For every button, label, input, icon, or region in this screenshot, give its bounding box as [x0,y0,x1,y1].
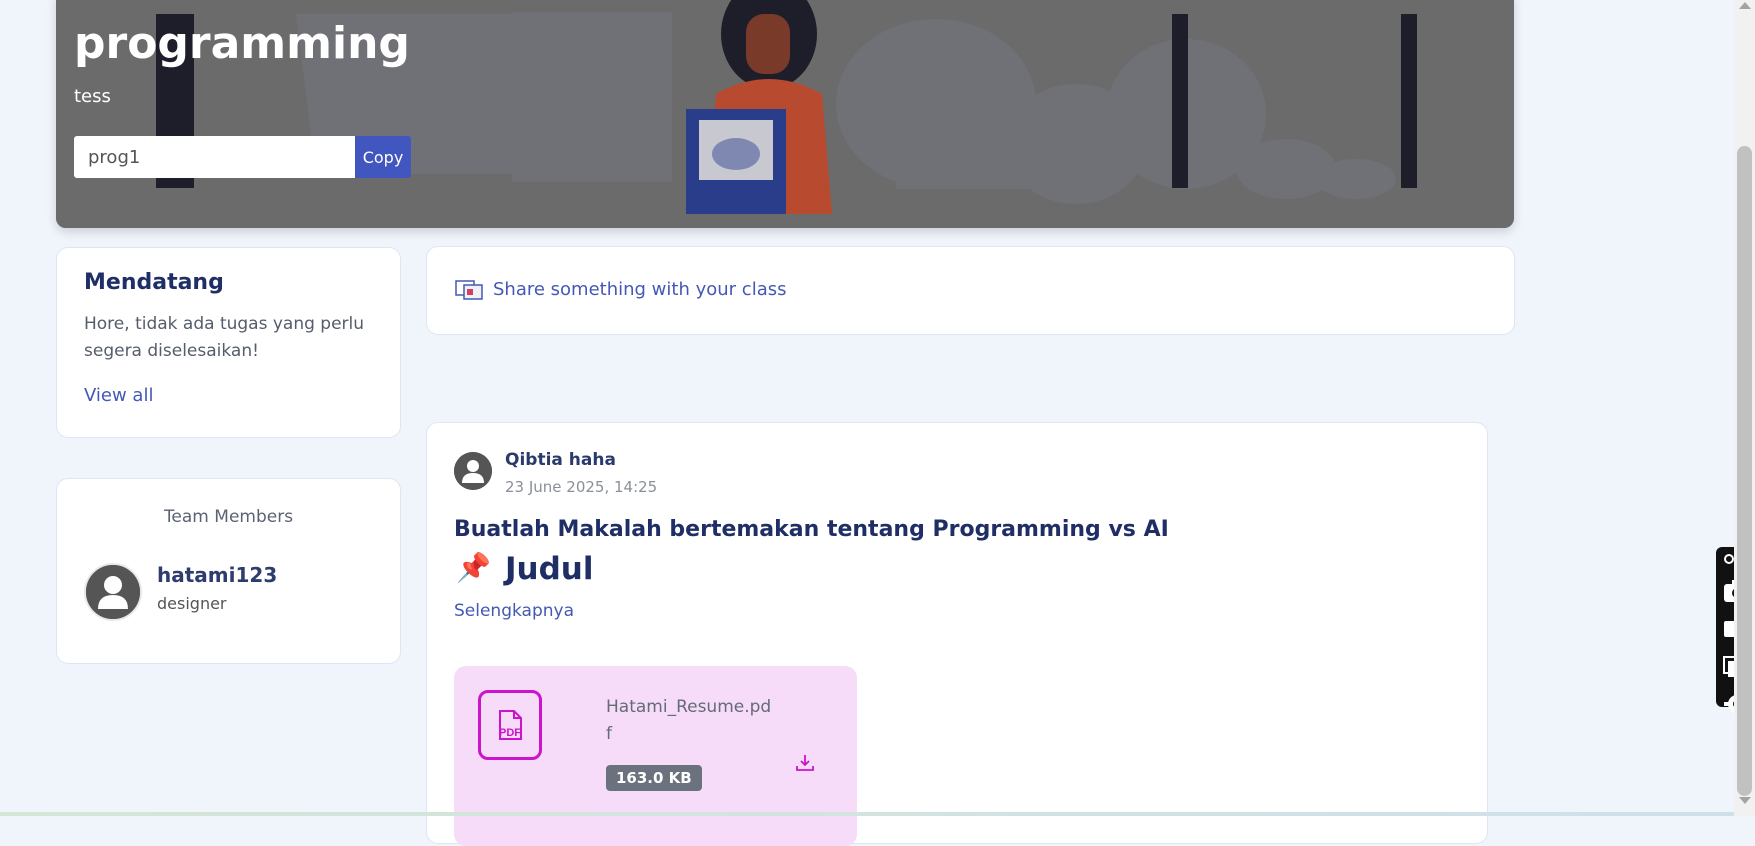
team-members-card: Team Members hatami123 designer [56,478,401,664]
user-icon [454,452,492,490]
upcoming-card: Mendatang Hore, tidak ada tugas yang per… [56,247,401,438]
attachment-file-name: Hatami_Resume.pdf [606,697,772,744]
copy-code-button[interactable]: Copy [355,136,411,178]
upcoming-title: Mendatang [84,270,224,295]
scroll-thumb[interactable] [1737,146,1752,796]
post-title: Buatlah Makalah bertemakan tentang Progr… [454,517,1169,542]
class-code-field[interactable] [74,136,356,178]
read-more-link[interactable]: Selengkapnya [454,601,574,621]
share-icon [455,280,483,300]
class-banner: programming tess Copy [56,0,1514,228]
post-heading: Judul [505,551,594,587]
class-title: programming [74,18,410,69]
user-icon [86,565,140,619]
member-name: hatami123 [157,563,278,587]
author-avatar [454,452,492,490]
team-members-title: Team Members [163,507,294,527]
share-prompt[interactable]: Share something with your class [493,279,786,300]
post-timestamp: 23 June 2025, 14:25 [505,478,658,496]
share-box[interactable]: Share something with your class [426,246,1515,335]
pin-icon: 📌 [456,551,491,584]
bottom-border [0,812,1734,816]
post-author: Qibtia haha [505,450,616,470]
classroom-page: programming tess Copy Mendatang Hore, ti… [0,0,1734,846]
attachment-card[interactable]: PDF Hatami_Resume.pdf 163.0 KB [454,666,857,846]
vertical-scrollbar[interactable] [1734,0,1755,816]
pdf-file-icon: PDF [478,690,542,760]
scroll-up-arrow-icon[interactable] [1739,2,1751,9]
scroll-down-arrow-icon[interactable] [1739,797,1751,804]
attachment-size-badge: 163.0 KB [606,765,702,791]
download-icon[interactable] [794,752,816,774]
member-role: designer [157,594,227,613]
avatar [84,563,142,621]
pdf-type-label: PDF [499,727,521,739]
view-all-link[interactable]: View all [84,385,153,406]
post-card: Qibtia haha 23 June 2025, 14:25 Buatlah … [426,422,1488,846]
class-description: tess [74,86,111,107]
upcoming-message: Hore, tidak ada tugas yang perlu segera … [84,314,365,361]
